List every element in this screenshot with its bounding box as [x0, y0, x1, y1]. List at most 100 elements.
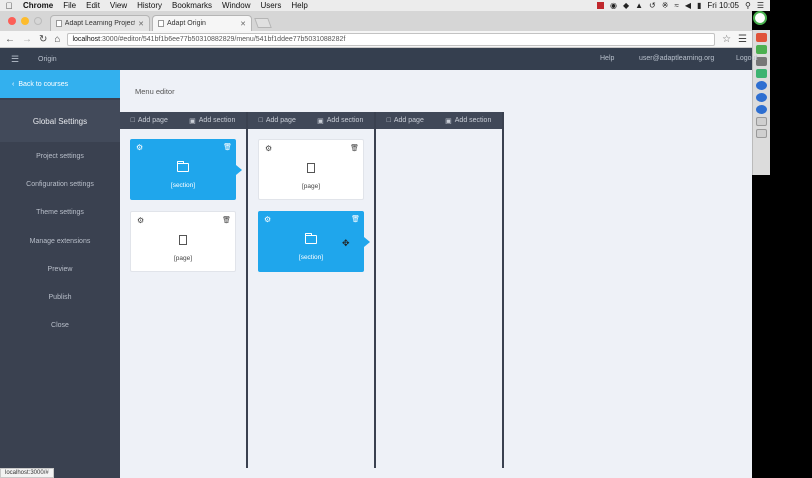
menu-column-1: □ Add page ▣ Add section ⚙ 🗑 [section] ⚙ 🗑… — [120, 112, 248, 468]
close-tab-icon[interactable]: ✕ — [138, 20, 144, 28]
tool-question-icon[interactable] — [756, 129, 767, 138]
back-to-courses-button[interactable]: ‹ Back to courses — [0, 70, 120, 98]
trash-icon[interactable]: 🗑 — [223, 143, 232, 151]
add-section-button[interactable]: ▣ Add section — [189, 117, 235, 125]
bluetooth-icon[interactable]: ※ — [662, 1, 669, 10]
menu-item-card-section[interactable]: ⚙ 🗑 [section] — [130, 139, 242, 200]
gear-icon[interactable]: ⚙ — [136, 143, 143, 152]
add-page-label: Add page — [137, 117, 168, 124]
apple-icon[interactable]:  — [0, 1, 18, 11]
add-page-label: Add page — [265, 117, 296, 124]
address-bar: ← → ↻ ⌂ localhost:3000/#editor/541bf1b6e… — [0, 31, 752, 48]
page-title: Menu editor — [135, 86, 175, 96]
reload-icon[interactable]: ↻ — [39, 34, 47, 45]
card-label: [page] — [173, 255, 193, 262]
mac-menubar:  Chrome File Edit View History Bookmark… — [0, 0, 770, 11]
trash-icon[interactable]: 🗑 — [222, 216, 231, 224]
tab-strip: Adapt Learning Project Co ✕ Adapt Origin… — [0, 11, 752, 31]
notification-center-icon[interactable]: ☰ — [757, 1, 764, 10]
menu-item-card-page[interactable]: ⚙ 🗑 [page] — [130, 211, 236, 272]
selected-arrow-icon — [364, 237, 370, 247]
sidebar-item-publish[interactable]: Publish — [0, 283, 120, 311]
menu-users[interactable]: Users — [255, 1, 286, 10]
trash-icon[interactable]: 🗑 — [351, 215, 360, 223]
volume-icon[interactable]: ◀ — [685, 1, 691, 10]
tool-red-icon[interactable] — [756, 33, 767, 42]
tool-help-icon[interactable] — [756, 105, 767, 114]
sidebar-item-close[interactable]: Close — [0, 312, 120, 340]
menu-app-name[interactable]: Chrome — [18, 1, 58, 10]
add-page-label: Add page — [393, 117, 424, 124]
menu-item-card-page[interactable]: ⚙ 🗑 [page] — [258, 139, 364, 200]
menu-view[interactable]: View — [105, 1, 132, 10]
wifi-icon[interactable]: ≈ — [674, 1, 678, 10]
gear-icon[interactable]: ⚙ — [264, 215, 271, 224]
record-icon[interactable] — [596, 2, 604, 9]
sidebar-item-theme-settings[interactable]: Theme settings — [0, 199, 120, 227]
gear-icon[interactable]: ⚙ — [265, 144, 272, 153]
gear-icon[interactable]: ⚙ — [137, 216, 144, 225]
tool-note-icon[interactable] — [756, 117, 767, 126]
tool-info-icon[interactable] — [756, 93, 767, 102]
tool-blue-icon[interactable] — [756, 81, 767, 90]
menu-window[interactable]: Window — [217, 1, 255, 10]
status-url: localhost:3000/# — [0, 468, 54, 478]
url-field[interactable]: localhost:3000/#editor/541bf1b6ee77b5031… — [67, 32, 716, 46]
clock[interactable]: Fri 10:05 — [707, 1, 739, 10]
menu-history[interactable]: History — [132, 1, 167, 10]
tool-green-icon[interactable] — [756, 45, 767, 54]
help-link[interactable]: Help — [600, 55, 614, 62]
card-label: [section] — [298, 254, 324, 261]
tool-screen-icon[interactable] — [756, 69, 767, 78]
menu-item-card-section[interactable]: ⚙ 🗑 [section] ✥ — [258, 211, 370, 272]
add-section-button[interactable]: ▣ Add section — [445, 117, 491, 125]
chrome-extension-icon[interactable] — [753, 11, 767, 25]
close-tab-icon[interactable]: ✕ — [240, 20, 246, 28]
home-icon[interactable]: ⌂ — [54, 34, 60, 45]
add-page-button[interactable]: □ Add page — [131, 117, 168, 124]
sidebar-item-preview[interactable]: Preview — [0, 255, 120, 283]
status-icon[interactable]: ◉ — [610, 1, 617, 10]
menu-file[interactable]: File — [58, 1, 81, 10]
timemachine-icon[interactable]: ↺ — [649, 1, 656, 10]
sidebar-item-project-settings[interactable]: Project settings — [0, 142, 120, 170]
card-label: [section] — [170, 182, 196, 189]
menu-bookmarks[interactable]: Bookmarks — [167, 1, 217, 10]
forward-arrow-icon[interactable]: → — [22, 34, 32, 45]
spotlight-icon[interactable]: ⚲ — [745, 1, 751, 10]
column-toolbar: □ Add page ▣ Add section — [120, 112, 246, 129]
trash-icon[interactable]: 🗑 — [350, 144, 359, 152]
sidebar-item-manage-extensions[interactable]: Manage extensions — [0, 227, 120, 255]
folder-icon: ▣ — [189, 117, 196, 125]
battery-icon[interactable]: ▮ — [697, 1, 701, 10]
tab-adapt-learning[interactable]: Adapt Learning Project Co ✕ — [50, 15, 150, 31]
evernote-icon[interactable]: ▲ — [635, 1, 643, 10]
add-page-button[interactable]: □ Add page — [259, 117, 296, 124]
add-section-button[interactable]: ▣ Add section — [317, 117, 363, 125]
add-section-label: Add section — [198, 117, 236, 124]
hamburger-menu-icon[interactable]: ☰ — [0, 54, 30, 65]
add-page-button[interactable]: □ Add page — [387, 117, 424, 124]
chrome-menu-icon[interactable]: ☰ — [738, 34, 747, 45]
sidebar: ‹ Back to courses Global Settings Projec… — [0, 70, 120, 468]
close-window-icon[interactable] — [8, 17, 16, 25]
tool-camera-icon[interactable] — [756, 57, 767, 66]
minimize-window-icon[interactable] — [21, 17, 29, 25]
menu-column-3: □ Add page ▣ Add section — [376, 112, 504, 468]
zoom-window-icon[interactable] — [34, 17, 42, 25]
file-icon — [259, 162, 363, 176]
tab-title: Adapt Learning Project Co — [64, 20, 136, 27]
new-tab-button[interactable] — [254, 18, 272, 28]
tab-adapt-origin[interactable]: Adapt Origin ✕ — [152, 15, 252, 31]
dropbox-icon[interactable]: ◆ — [623, 1, 629, 10]
menu-help[interactable]: Help — [286, 1, 312, 10]
page-icon — [56, 20, 62, 27]
back-arrow-icon[interactable]: ← — [5, 34, 15, 45]
logout-link[interactable]: Logout — [736, 55, 757, 62]
user-email[interactable]: user@adaptlearning.org — [639, 55, 714, 62]
column-toolbar: □ Add page ▣ Add section — [376, 112, 502, 129]
menu-edit[interactable]: Edit — [81, 1, 105, 10]
selected-arrow-icon — [236, 165, 242, 175]
sidebar-item-configuration-settings[interactable]: Configuration settings — [0, 170, 120, 198]
bookmark-star-icon[interactable]: ☆ — [722, 34, 731, 45]
